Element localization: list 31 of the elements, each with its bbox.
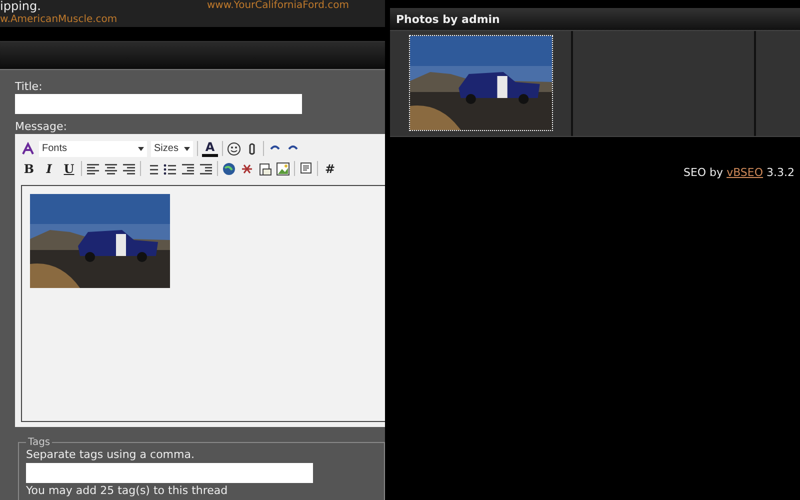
- code-button[interactable]: #: [322, 160, 338, 176]
- align-center-icon[interactable]: [104, 162, 118, 176]
- format-button[interactable]: U: [61, 160, 77, 176]
- align-left-icon[interactable]: [86, 162, 100, 176]
- align-right-icon[interactable]: [122, 162, 136, 176]
- message-label: Message:: [15, 120, 68, 133]
- text-style-icon[interactable]: [21, 142, 35, 156]
- bullet-list-icon[interactable]: [163, 162, 177, 176]
- title-label: Title:: [15, 80, 44, 93]
- footer-text: SEO by vBSEO 3.3.2: [682, 166, 796, 179]
- caret-icon: [184, 146, 190, 150]
- quote-icon[interactable]: [299, 162, 313, 176]
- smiley-icon[interactable]: [227, 142, 241, 156]
- title-field[interactable]: [15, 94, 302, 114]
- caret-icon: [138, 146, 144, 150]
- footer-link[interactable]: vBSEO: [726, 166, 764, 179]
- image-icon[interactable]: [276, 162, 290, 176]
- text-color-button[interactable]: A: [202, 140, 218, 156]
- tags-field[interactable]: [26, 463, 313, 483]
- banner-text: ipping.: [0, 0, 41, 13]
- format-button[interactable]: B: [21, 160, 37, 176]
- gallery-title: Photos by admin: [390, 8, 800, 30]
- size-select[interactable]: Sizes: [151, 140, 193, 156]
- message-field[interactable]: [21, 185, 385, 422]
- format-button[interactable]: I: [41, 160, 57, 176]
- tags-note: You may add 25 tag(s) to this thread: [26, 484, 228, 497]
- tags-hint: Separate tags using a comma.: [26, 448, 194, 461]
- font-select[interactable]: Fonts: [39, 140, 147, 156]
- banner-link[interactable]: www.YourCaliforniaFord.com: [207, 0, 349, 12]
- tags-legend: Tags: [26, 437, 52, 448]
- banner-link[interactable]: w.AmericanMuscle.com: [0, 14, 118, 26]
